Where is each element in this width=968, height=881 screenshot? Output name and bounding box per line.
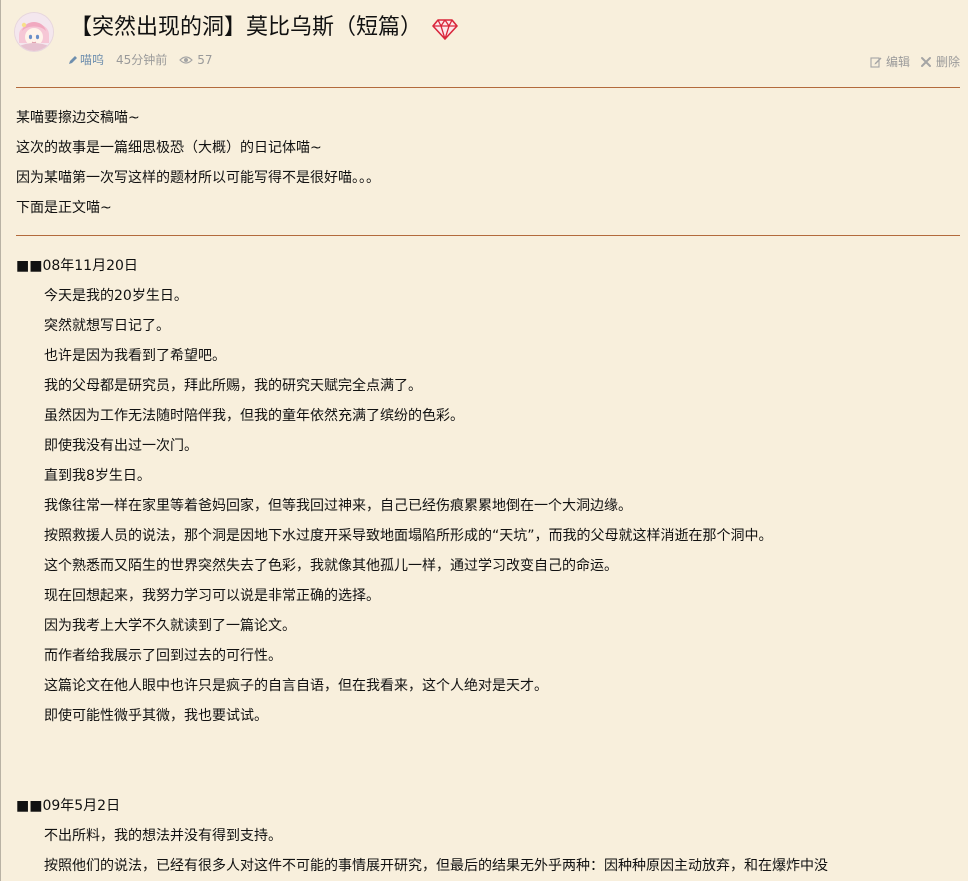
- close-icon: [920, 56, 931, 67]
- entry-line: 这个熟悉而又陌生的世界突然失去了色彩，我就像其他孤儿一样，通过学习改变自己的命运…: [44, 558, 618, 574]
- entry-line: 我的父母都是研究员，拜此所赐，我的研究天赋完全点满了。: [44, 378, 422, 394]
- delete-label: 删除: [935, 55, 960, 69]
- post-header: 【突然出现的洞】莫比乌斯（短篇） 喵呜 45分钟前 57 编辑 删除: [0, 0, 968, 88]
- entry-line: 今天是我的20岁生日。: [44, 288, 188, 304]
- entry-line: 按照他们的说法，已经有很多人对这件不可能的事情展开研究，但最后的结果无外乎两种：…: [44, 858, 828, 874]
- entry-line: 现在回想起来，我努力学习可以说是非常正确的选择。: [44, 588, 380, 604]
- entry-line: 这篇论文在他人眼中也许只是疯子的自言自语，但在我看来，这个人绝对是天才。: [44, 678, 548, 694]
- page-left-border: [0, 0, 1, 881]
- divider: [16, 87, 960, 88]
- post-title: 【突然出现的洞】莫比乌斯（短篇）: [70, 15, 423, 40]
- entry-date: ■■08年11月20日: [16, 258, 138, 274]
- delete-button[interactable]: 删除: [920, 53, 960, 70]
- entry-line: 虽然因为工作无法随时陪伴我，但我的童年依然充满了缤纷的色彩。: [44, 408, 464, 424]
- edit-button[interactable]: 编辑: [870, 53, 910, 70]
- title-row: 【突然出现的洞】莫比乌斯（短篇）: [70, 13, 458, 43]
- post-time: 45分钟前: [116, 53, 168, 67]
- edit-label: 编辑: [885, 55, 910, 69]
- intro-line: 下面是正文喵~: [16, 200, 112, 216]
- entry-line: 直到我8岁生日。: [44, 468, 151, 484]
- author-name: 喵呜: [80, 53, 105, 67]
- entry-line: 即使可能性微乎其微，我也要试试。: [44, 708, 268, 724]
- divider: [16, 235, 960, 236]
- post-actions: 编辑 删除: [870, 53, 960, 70]
- view-count-value: 57: [197, 52, 213, 67]
- view-count: 57: [179, 52, 213, 67]
- intro-line: 这次的故事是一篇细思极恐（大概）的日记体喵~: [16, 140, 322, 156]
- entry-line: 而作者给我展示了回到过去的可行性。: [44, 648, 282, 664]
- avatar[interactable]: [15, 13, 53, 51]
- intro-line: 某喵要擦边交稿喵~: [16, 110, 140, 126]
- post-meta: 喵呜 45分钟前 57: [68, 51, 213, 68]
- diary-body: ■■08年11月20日 今天是我的20岁生日。 突然就想写日记了。 也许是因为我…: [16, 251, 960, 881]
- pen-icon: [69, 55, 77, 64]
- entry-line: 不出所料，我的想法并没有得到支持。: [44, 828, 282, 844]
- intro-text: 某喵要擦边交稿喵~ 这次的故事是一篇细思极恐（大概）的日记体喵~ 因为某喵第一次…: [16, 103, 380, 223]
- eye-icon: [179, 55, 194, 64]
- entry-line: 即使我没有出过一次门。: [44, 438, 198, 454]
- gem-icon: [432, 15, 458, 41]
- entry-line: 突然就想写日记了。: [44, 318, 170, 334]
- entry-line: 我像往常一样在家里等着爸妈回家，但等我回过神来，自己已经伤痕累累地倒在一个大洞边…: [44, 498, 632, 514]
- entry-line: 因为我考上大学不久就读到了一篇论文。: [44, 618, 296, 634]
- entry-date: ■■09年5月2日: [16, 798, 121, 814]
- edit-icon: [870, 56, 882, 68]
- entry-line: 也许是因为我看到了希望吧。: [44, 348, 226, 364]
- entry-line: 按照救援人员的说法，那个洞是因地下水过度开采导致地面塌陷所形成的“天坑”，而我的…: [44, 528, 773, 544]
- entry-spacer: [16, 731, 960, 791]
- intro-line: 因为某喵第一次写这样的题材所以可能写得不是很好喵。。。: [16, 170, 380, 186]
- author-link[interactable]: 喵呜: [68, 51, 104, 68]
